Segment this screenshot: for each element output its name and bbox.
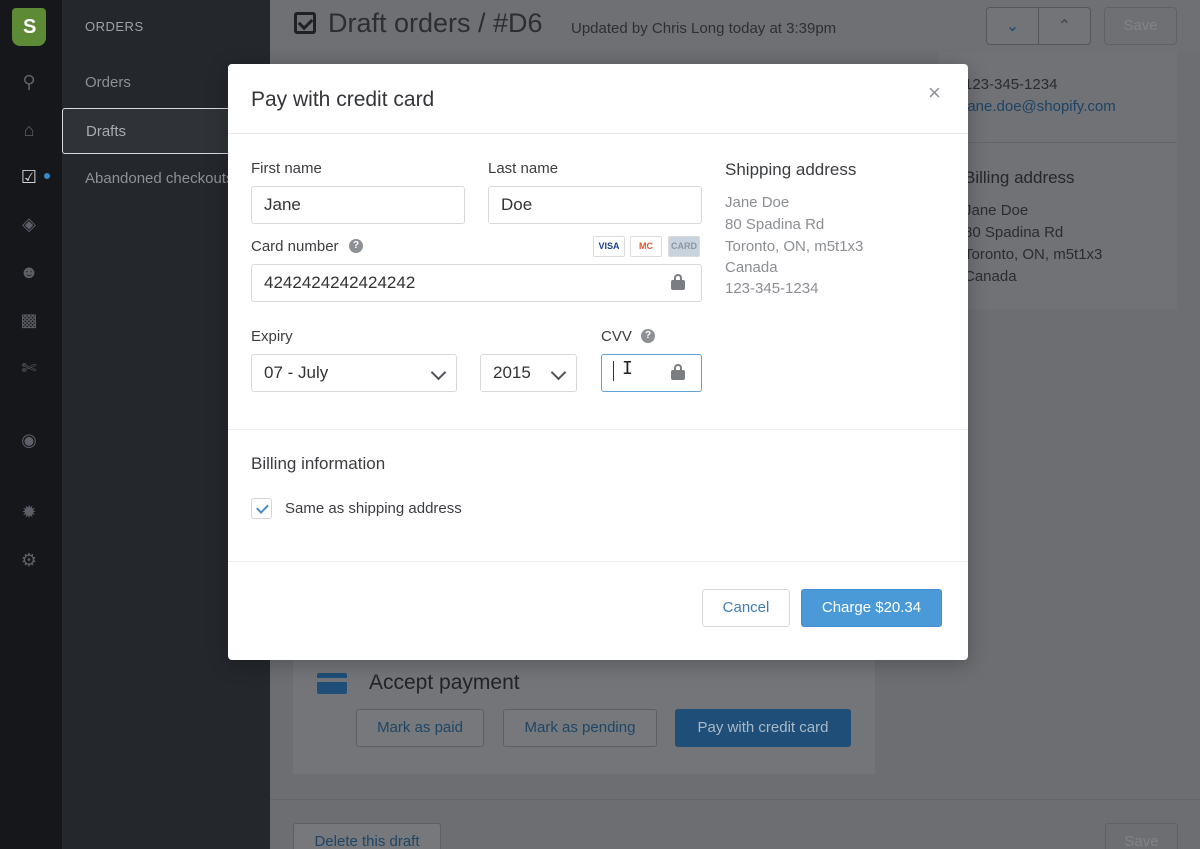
modal-header: Pay with credit card × — [228, 64, 968, 134]
shipping-line: Canada — [725, 259, 778, 276]
products-tag-icon[interactable]: ◈ — [17, 212, 41, 236]
prev-next-buttons: ⌄ ⌃ — [986, 7, 1091, 45]
mastercard-icon: MC — [630, 236, 662, 257]
chevron-up-icon[interactable]: ⌃ — [1038, 8, 1090, 44]
customer-email-link[interactable]: jane.doe@shopify.com — [964, 98, 1116, 115]
first-name-label: First name — [251, 160, 322, 177]
card-number-label: Card number — [251, 238, 339, 255]
section-divider — [228, 429, 968, 430]
draft-orders-icon — [294, 12, 316, 34]
discounts-icon[interactable]: ✄ — [17, 356, 41, 380]
shopify-logo-icon[interactable]: S — [12, 8, 46, 46]
cvv-input[interactable] — [601, 354, 702, 392]
icon-rail: S ⚲ ⌂ ☑ ◈ ☻ ▩ ✄ ◉ ✹ ⚙ — [0, 0, 62, 849]
close-icon[interactable]: × — [928, 80, 941, 106]
reports-icon[interactable]: ▩ — [17, 308, 41, 332]
settings-gear-icon[interactable]: ⚙ — [17, 548, 41, 572]
expiry-month-select[interactable]: 07 - July — [251, 354, 457, 392]
cvv-label: CVV — [601, 328, 632, 345]
page-title: Draft orders / #D6 — [328, 8, 543, 38]
mouse-ibeam-cursor-icon: I — [622, 358, 633, 379]
billing-information-heading: Billing information — [251, 454, 386, 473]
apps-puzzle-icon[interactable]: ✹ — [17, 500, 41, 524]
shipping-line: 123-345-1234 — [725, 280, 819, 297]
pay-with-credit-card-modal: Pay with credit card × First name Last n… — [228, 64, 968, 660]
first-name-input[interactable] — [251, 186, 465, 224]
help-question-icon[interactable]: ? — [641, 329, 655, 343]
expiry-year-select[interactable]: 2015 — [480, 354, 577, 392]
shipping-line: 80 Spadina Rd — [725, 216, 825, 233]
billing-address-heading: Billing address — [964, 168, 1075, 187]
delete-draft-button[interactable]: Delete this draft — [293, 823, 441, 849]
expiry-month-value: 07 - July — [264, 363, 329, 382]
save-button-top[interactable]: Save — [1104, 7, 1177, 45]
accept-payment-title: Accept payment — [369, 671, 520, 694]
orders-icon[interactable]: ☑ — [17, 165, 41, 189]
customer-card: 123-345-1234 jane.doe@shopify.com Billin… — [938, 52, 1177, 309]
credit-card-icon — [317, 673, 347, 694]
same-as-shipping-label[interactable]: Same as shipping address — [285, 500, 462, 517]
cvv-lock-icon — [671, 364, 685, 380]
page-footer: Delete this draft Save — [270, 799, 1200, 849]
expiry-year-value: 2015 — [493, 363, 531, 382]
save-button-bottom[interactable]: Save — [1105, 823, 1178, 849]
chevron-down-icon[interactable]: ⌄ — [987, 8, 1038, 44]
customer-phone: 123-345-1234 — [964, 76, 1058, 93]
mark-as-pending-button[interactable]: Mark as pending — [503, 709, 657, 747]
mark-as-paid-button[interactable]: Mark as paid — [356, 709, 484, 747]
chevron-down-icon — [550, 364, 567, 381]
online-store-globe-icon[interactable]: ◉ — [17, 428, 41, 452]
billing-name: Jane Doe — [964, 202, 1029, 219]
search-icon[interactable]: ⚲ — [17, 70, 41, 94]
same-as-shipping-checkbox[interactable] — [251, 498, 272, 519]
cancel-button[interactable]: Cancel — [702, 589, 790, 627]
pay-with-credit-card-button[interactable]: Pay with credit card — [675, 709, 851, 747]
billing-country: Canada — [964, 268, 1017, 285]
text-caret — [613, 361, 614, 381]
billing-city: Toronto, ON, m5t1x3 — [964, 246, 1103, 263]
help-question-icon[interactable]: ? — [349, 239, 363, 253]
card-number-input[interactable] — [251, 264, 702, 302]
chevron-down-icon — [430, 364, 447, 381]
notification-dot — [44, 173, 50, 179]
page-header: Draft orders / #D6 Updated by Chris Long… — [270, 0, 1200, 52]
shipping-line: Toronto, ON, m5t1x3 — [725, 238, 864, 255]
card-divider — [938, 142, 1177, 143]
expiry-label: Expiry — [251, 328, 293, 345]
last-name-input[interactable] — [488, 186, 702, 224]
page-subtitle: Updated by Chris Long today at 3:39pm — [571, 20, 837, 37]
footer-divider — [228, 561, 968, 562]
customers-icon[interactable]: ☻ — [17, 260, 41, 284]
charge-button[interactable]: Charge $20.34 — [801, 589, 942, 627]
shipping-address-heading: Shipping address — [725, 160, 857, 179]
card-number-lock-icon — [671, 274, 685, 290]
billing-street: 80 Spadina Rd — [964, 224, 1064, 241]
shipping-line: Jane Doe — [725, 194, 790, 211]
last-name-label: Last name — [488, 160, 559, 177]
generic-card-icon: CARD — [668, 236, 700, 257]
accept-payment-card: Accept payment Mark as paid Mark as pend… — [293, 640, 875, 774]
visa-card-icon: VISA — [593, 236, 625, 257]
sidenav-section-title: ORDERS — [85, 19, 144, 34]
modal-title: Pay with credit card — [251, 88, 435, 111]
home-icon[interactable]: ⌂ — [17, 118, 41, 142]
